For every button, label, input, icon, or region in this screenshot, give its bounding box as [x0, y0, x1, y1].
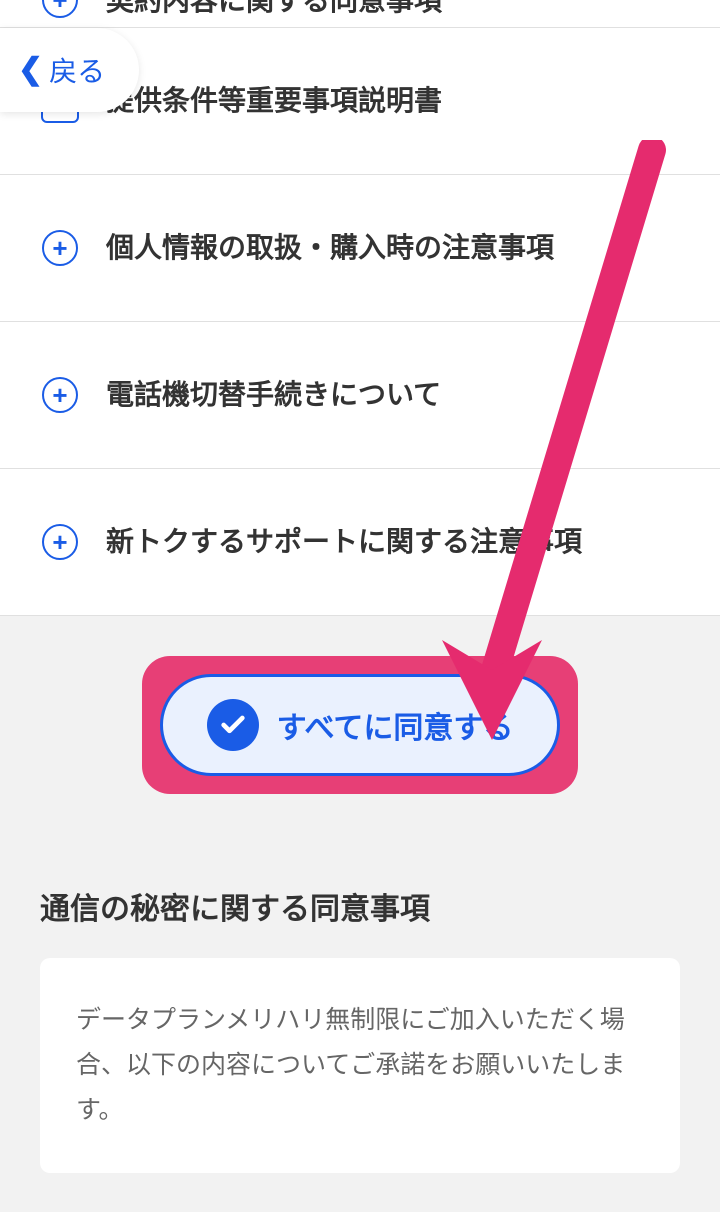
agreement-row-personal-info[interactable]: + 個人情報の取扱・購入時の注意事項: [0, 175, 720, 322]
row-title: 新トクするサポートに関する注意事項: [106, 521, 582, 563]
chevron-left-icon: ❮: [18, 55, 43, 85]
agree-all-button[interactable]: すべてに同意する: [160, 674, 561, 776]
agreement-row-phone-switch[interactable]: + 電話機切替手続きについて: [0, 322, 720, 469]
row-title: 提供条件等重要事項説明書: [106, 80, 442, 122]
plus-icon: +: [40, 522, 80, 562]
row-title: 個人情報の取扱・購入時の注意事項: [106, 227, 554, 269]
section-body: データプランメリハリ無制限にご加入いただく場合、以下の内容についてご承諾をお願い…: [76, 998, 644, 1133]
section-heading: 通信の秘密に関する同意事項: [0, 824, 720, 958]
row-title: 契約内容に関する同意事項: [106, 0, 442, 22]
section-card: データプランメリハリ無制限にご加入いただく場合、以下の内容についてご承諾をお願い…: [40, 958, 680, 1173]
row-title: 電話機切替手続きについて: [106, 374, 441, 416]
plus-icon: +: [40, 375, 80, 415]
agree-highlight-box: すべてに同意する: [142, 656, 579, 794]
plus-icon: +: [40, 228, 80, 268]
plus-icon: +: [40, 0, 80, 20]
agreement-row-support-notes[interactable]: + 新トクするサポートに関する注意事項: [0, 469, 720, 616]
agreement-row-contract[interactable]: + 契約内容に関する同意事項: [0, 0, 720, 28]
back-button[interactable]: ❮ 戻る: [0, 28, 139, 112]
back-label: 戻る: [49, 50, 105, 90]
agree-all-container: すべてに同意する: [0, 616, 720, 824]
check-circle-icon: [207, 699, 259, 751]
agree-all-label: すべてに同意する: [277, 703, 514, 747]
